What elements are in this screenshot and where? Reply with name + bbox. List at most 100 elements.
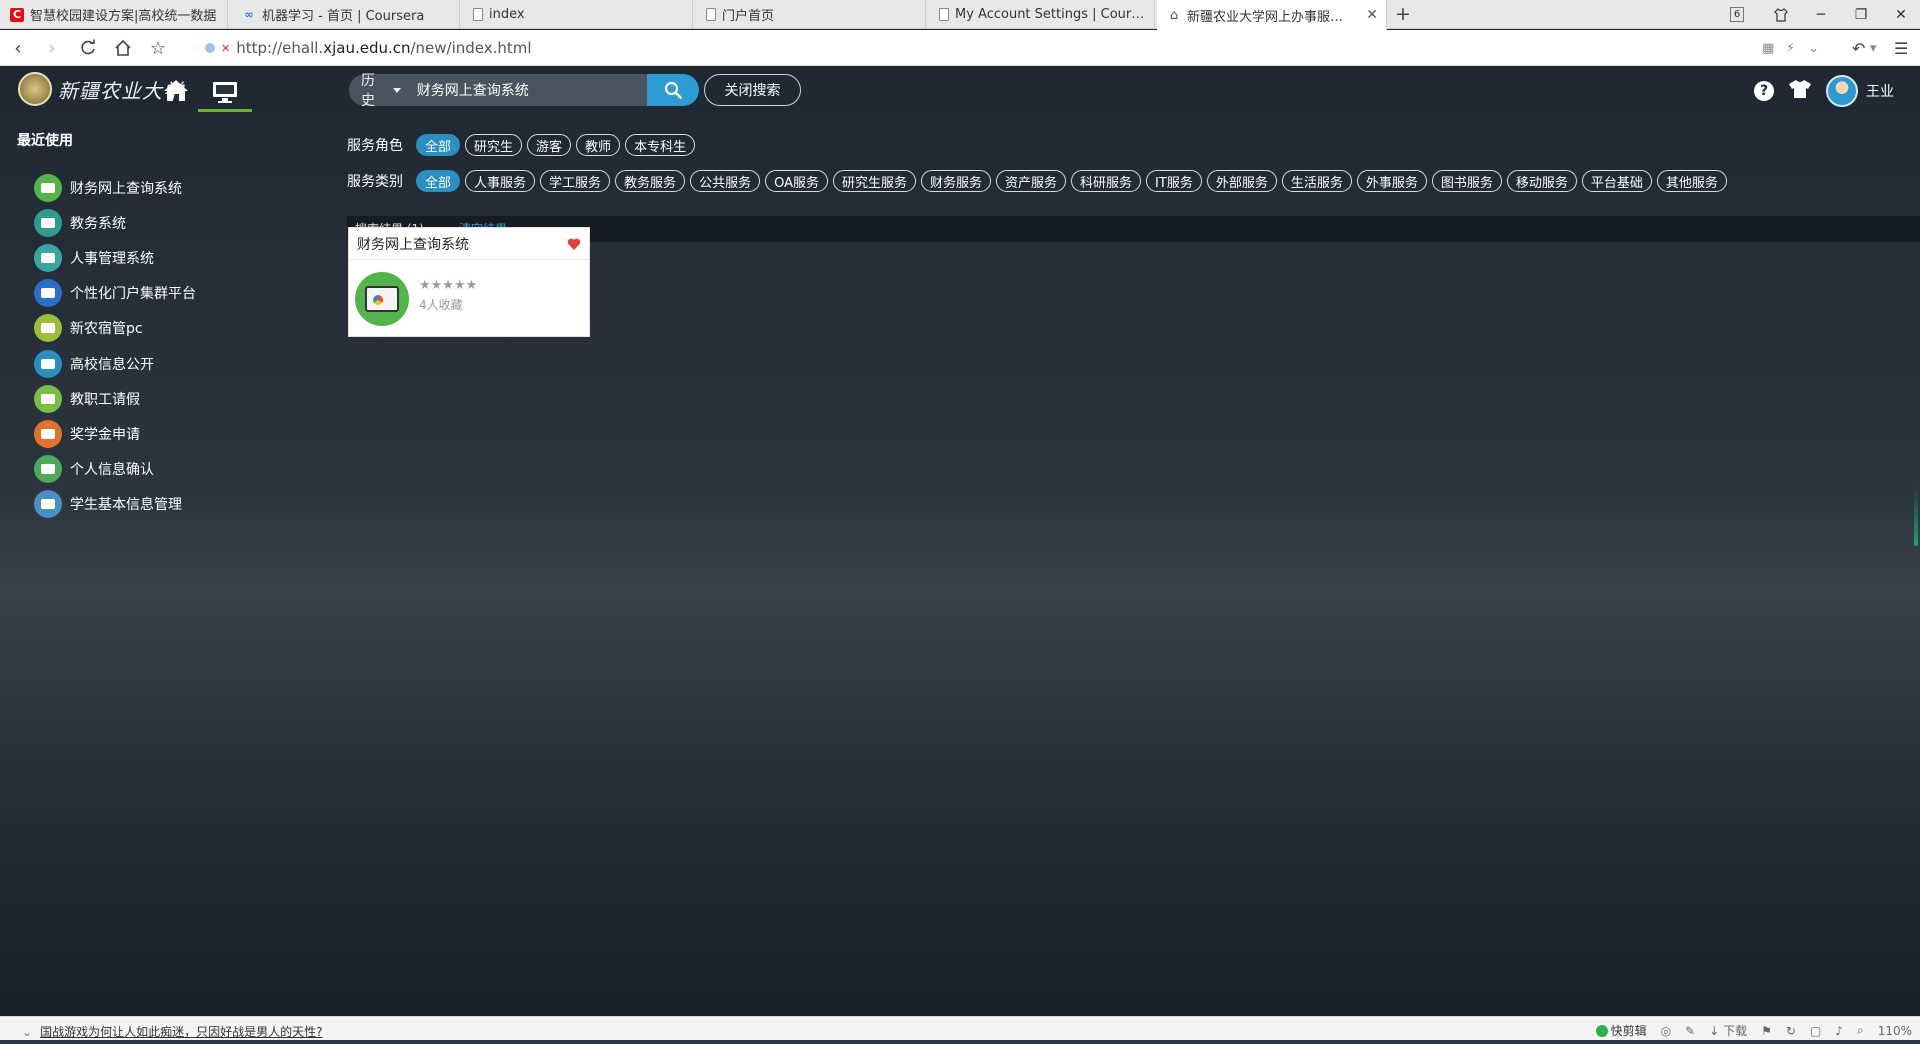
search-button[interactable] xyxy=(647,74,699,106)
sound-icon[interactable]: ♪ xyxy=(1835,1024,1843,1038)
sidebar-app-item[interactable]: 财务网上查询系统 xyxy=(34,170,196,205)
kuaijianji-button[interactable]: 快剪辑 xyxy=(1595,1022,1647,1039)
close-search-button[interactable]: 关闭搜索 xyxy=(704,74,801,106)
category-chip[interactable]: 生活服务 xyxy=(1281,170,1352,192)
category-chip[interactable]: IT服务 xyxy=(1146,170,1202,192)
search-box: 历史 xyxy=(349,73,699,109)
browser-tab[interactable]: index xyxy=(463,0,693,29)
category-chip[interactable]: 财务服务 xyxy=(921,170,992,192)
favorite-count: 4人收藏 xyxy=(419,298,463,312)
heart-icon[interactable] xyxy=(567,237,581,251)
undo-icon[interactable]: ↶ xyxy=(1852,36,1865,60)
app-icon xyxy=(34,419,62,448)
favicon-icon: C xyxy=(10,7,24,22)
sidebar-app-item[interactable]: 学生基本信息管理 xyxy=(34,487,196,522)
browser-tab[interactable]: ∞ 机器学习 - 首页 | Coursera xyxy=(232,0,460,29)
role-chip[interactable]: 全部 xyxy=(416,134,461,156)
sidebar-app-item[interactable]: 人事管理系统 xyxy=(34,240,196,275)
category-chip[interactable]: 科研服务 xyxy=(1071,170,1142,192)
sidebar-app-label: 教务系统 xyxy=(70,215,126,232)
site-info-icon[interactable] xyxy=(205,43,215,53)
role-chip[interactable]: 研究生 xyxy=(465,134,523,156)
category-chip[interactable]: 图书服务 xyxy=(1431,170,1502,192)
role-filter: 服务角色 全部 研究生 游客 教师 本专科生 xyxy=(347,134,696,156)
category-chip[interactable]: 教务服务 xyxy=(615,170,686,192)
bookmark-star-icon[interactable]: ☆ xyxy=(146,36,170,60)
category-chip[interactable]: 全部 xyxy=(416,170,461,192)
tab-count-button[interactable]: 6 xyxy=(1726,0,1748,29)
home-icon[interactable] xyxy=(111,36,135,60)
chevron-down-icon[interactable]: ⌄ xyxy=(22,1025,32,1039)
category-chip[interactable]: 人事服务 xyxy=(465,170,536,192)
document-icon xyxy=(706,8,716,21)
sidebar-app-item[interactable]: 高校信息公开 xyxy=(34,346,196,381)
sidebar-app-item[interactable]: 教职工请假 xyxy=(34,381,196,416)
service-card[interactable]: 财务网上查询系统 ★★★★★ 4人收藏 xyxy=(348,227,590,337)
caret-down-icon xyxy=(392,87,401,93)
menu-icon[interactable]: ☰ xyxy=(1894,36,1908,60)
chevron-down-icon[interactable]: ⌄ xyxy=(1808,36,1819,60)
desktop-icon[interactable] xyxy=(198,74,252,112)
category-chip[interactable]: 平台基础 xyxy=(1581,170,1652,192)
reload-icon[interactable] xyxy=(76,36,100,60)
role-chip[interactable]: 游客 xyxy=(527,134,572,156)
sidebar-app-item[interactable]: 新农宿管pc xyxy=(34,311,196,346)
help-icon[interactable]: ? xyxy=(1754,81,1774,101)
download-button[interactable]: ↓ 下载 xyxy=(1709,1022,1747,1039)
avatar[interactable] xyxy=(1826,75,1858,107)
university-logo[interactable]: 新疆农业大学 xyxy=(18,72,184,106)
browser-tab-active[interactable]: ⌂ 新疆农业大学网上办事服务大厅 ✕ xyxy=(1157,0,1387,30)
pin-icon[interactable]: ✎ xyxy=(1685,1024,1695,1038)
new-tab-button[interactable]: + xyxy=(1393,4,1413,24)
refresh-icon[interactable]: ↻ xyxy=(1786,1024,1796,1038)
close-tab-icon[interactable]: ✕ xyxy=(1360,7,1378,23)
sidebar-app-item[interactable]: 教务系统 xyxy=(34,205,196,240)
app-icon xyxy=(34,208,62,237)
url-field[interactable]: ✕ http://ehall.xjau.edu.cn/new/index.htm… xyxy=(205,36,532,60)
category-chip[interactable]: 其他服务 xyxy=(1656,170,1727,192)
zoom-icon[interactable]: ⌕ xyxy=(1857,1023,1864,1038)
role-chip[interactable]: 教师 xyxy=(576,134,621,156)
kuaijianji-icon xyxy=(1595,1024,1608,1037)
scrollbar-thumb[interactable] xyxy=(1914,486,1918,546)
search-input[interactable] xyxy=(410,74,648,106)
news-ticker[interactable]: ⌄ 国战游戏为何让人如此痴迷，只因好战是男人的天性? xyxy=(22,1023,322,1040)
flag-icon[interactable]: ⚑ xyxy=(1761,1024,1772,1038)
skin-icon[interactable] xyxy=(1766,0,1796,29)
category-chip[interactable]: 外事服务 xyxy=(1356,170,1427,192)
category-chip[interactable]: 外部服务 xyxy=(1206,170,1277,192)
category-chip[interactable]: 研究生服务 xyxy=(832,170,916,192)
skin-icon[interactable] xyxy=(1788,79,1812,103)
window-icon[interactable]: ▢ xyxy=(1810,1024,1821,1038)
app-icon xyxy=(34,279,62,308)
category-filter: 服务类别 全部 人事服务 学工服务 教务服务 公共服务 OA服务 研究生服务 财务服务 资产服务… xyxy=(347,170,1727,192)
home-icon[interactable] xyxy=(163,78,189,102)
restore-button[interactable]: ❐ xyxy=(1846,0,1876,29)
browser-tab[interactable]: 门户首页 xyxy=(696,0,926,29)
recent-apps-list: 财务网上查询系统教务系统人事管理系统个性化门户集群平台 新农宿管pc 高校信息公开教… xyxy=(34,170,196,522)
category-chip[interactable]: OA服务 xyxy=(765,170,828,192)
close-window-button[interactable]: ✕ xyxy=(1886,0,1916,29)
category-chip[interactable]: 资产服务 xyxy=(996,170,1067,192)
browser-tab[interactable]: My Account Settings | Coursera xyxy=(929,0,1155,29)
role-chip[interactable]: 本专科生 xyxy=(625,134,696,156)
minimize-button[interactable]: ─ xyxy=(1806,0,1836,29)
qr-code-icon[interactable]: ▦ xyxy=(1762,36,1774,60)
browser-tab[interactable]: C 智慧校园建设方案|高校统一数据 xyxy=(0,0,228,29)
app-icon xyxy=(34,173,62,202)
sidebar-app-label: 人事管理系统 xyxy=(70,250,154,267)
category-chip[interactable]: 移动服务 xyxy=(1506,170,1577,192)
category-chip[interactable]: 学工服务 xyxy=(540,170,611,192)
speed-icon[interactable]: ◎ xyxy=(1661,1024,1671,1038)
forward-icon[interactable]: › xyxy=(40,36,64,60)
zoom-level[interactable]: 110% xyxy=(1878,1024,1912,1038)
sidebar-app-item[interactable]: 个人信息确认 xyxy=(34,452,196,487)
chevron-down-icon[interactable]: ▾ xyxy=(1870,36,1877,60)
history-dropdown[interactable]: 历史 xyxy=(349,73,411,109)
sidebar-app-item[interactable]: 个性化门户集群平台 xyxy=(34,276,196,311)
category-chip[interactable]: 公共服务 xyxy=(690,170,761,192)
sidebar-app-item[interactable]: 奖学金申请 xyxy=(34,416,196,451)
home-page-icon: ⌂ xyxy=(1169,7,1179,23)
lightning-icon[interactable]: ⚡ xyxy=(1786,36,1795,60)
back-icon[interactable]: ‹ xyxy=(6,36,30,60)
